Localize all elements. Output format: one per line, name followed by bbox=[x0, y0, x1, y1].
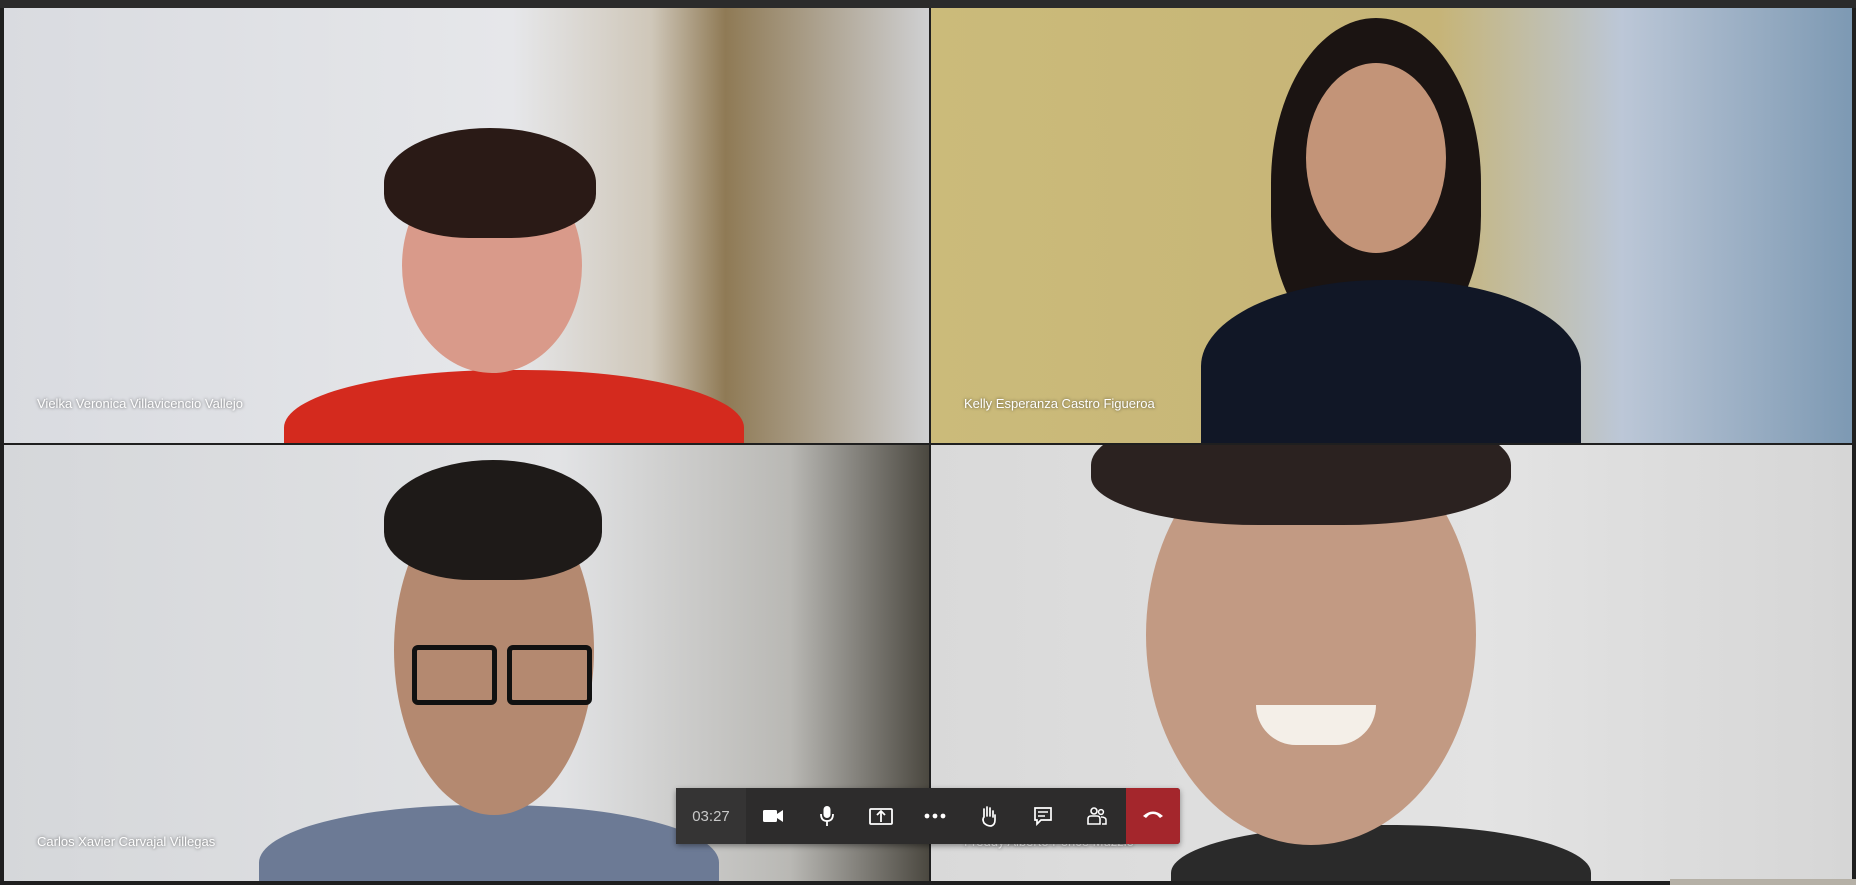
participant-video bbox=[4, 8, 929, 443]
raise-hand-icon bbox=[979, 805, 999, 827]
video-camera-icon bbox=[762, 808, 784, 824]
participant-name: Vielka Veronica Villavicencio Vallejo bbox=[37, 396, 243, 411]
participants-icon bbox=[1086, 806, 1108, 826]
participants-button[interactable] bbox=[1070, 788, 1124, 844]
more-options-icon bbox=[924, 813, 946, 819]
window-top-strip bbox=[0, 0, 1856, 8]
window-bottom-edge bbox=[1670, 879, 1856, 885]
chat-button[interactable] bbox=[1016, 788, 1070, 844]
camera-toggle-button[interactable] bbox=[746, 788, 800, 844]
microphone-toggle-button[interactable] bbox=[800, 788, 854, 844]
share-screen-icon bbox=[869, 806, 893, 826]
call-controls-toolbar: 03:27 bbox=[676, 788, 1180, 844]
microphone-icon bbox=[819, 805, 835, 827]
hang-up-icon bbox=[1141, 807, 1165, 825]
chat-icon bbox=[1033, 806, 1053, 826]
more-options-button[interactable] bbox=[908, 788, 962, 844]
hang-up-button[interactable] bbox=[1126, 788, 1180, 844]
participant-name: Kelly Esperanza Castro Figueroa bbox=[964, 396, 1155, 411]
participant-video bbox=[931, 8, 1852, 443]
raise-hand-button[interactable] bbox=[962, 788, 1016, 844]
share-screen-button[interactable] bbox=[854, 788, 908, 844]
meeting-stage: Vielka Veronica Villavicencio Vallejo Ke… bbox=[0, 0, 1856, 885]
call-timer: 03:27 bbox=[676, 788, 746, 844]
video-tile-1[interactable]: Vielka Veronica Villavicencio Vallejo bbox=[4, 8, 929, 443]
participant-name: Carlos Xavier Carvajal Villegas bbox=[37, 834, 216, 849]
video-tile-2[interactable]: Kelly Esperanza Castro Figueroa bbox=[931, 8, 1852, 443]
